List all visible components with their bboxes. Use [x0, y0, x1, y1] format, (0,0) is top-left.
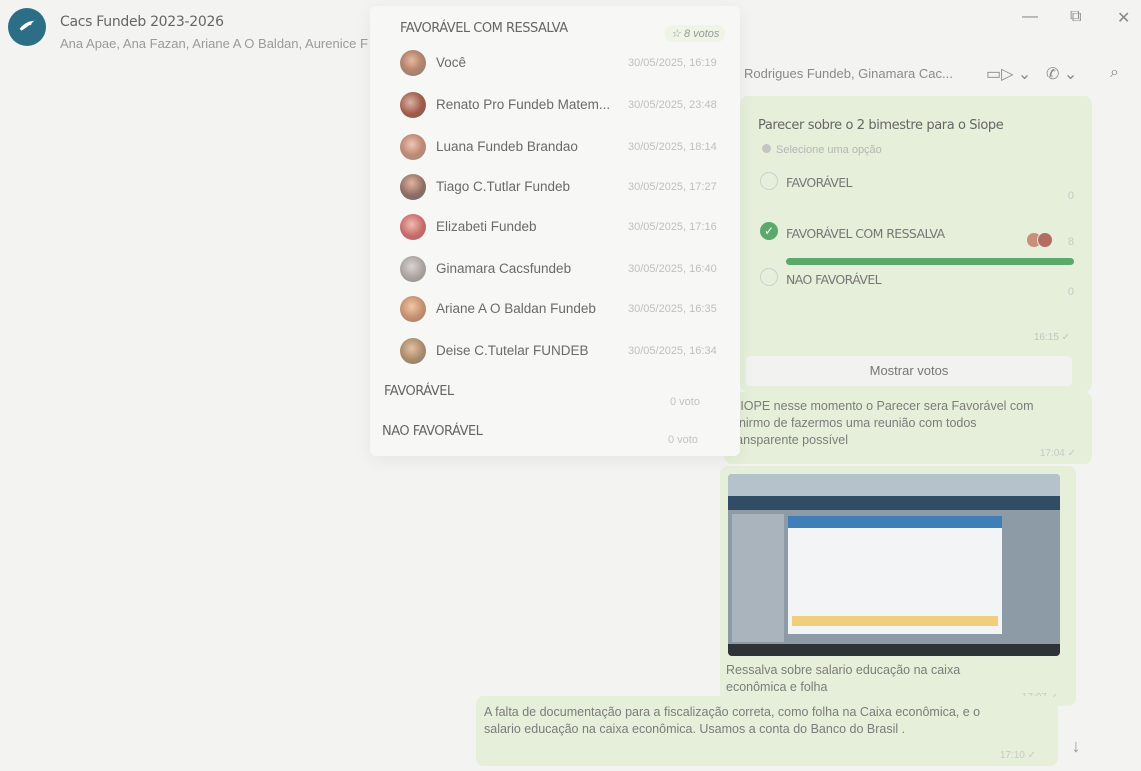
message-bubble[interactable]: A falta de documentação para a fiscaliza… — [476, 696, 1058, 766]
scroll-down-button[interactable]: ↓ — [1058, 728, 1094, 764]
vote-time: 30/05/2025, 17:16 — [628, 221, 717, 233]
vote-time: 30/05/2025, 16:34 — [628, 345, 717, 357]
votes-count-badge: ☆ 8 votos — [665, 25, 726, 42]
group-logo-icon — [19, 20, 35, 31]
vote-time: 30/05/2025, 18:14 — [628, 141, 717, 153]
message-text: SIOPE nesse momento o Parecer sera Favor… — [732, 399, 1034, 447]
poll-option-radio[interactable] — [760, 172, 778, 190]
vote-time: 30/05/2025, 23:48 — [628, 99, 717, 111]
close-icon[interactable]: ✕ — [1117, 8, 1130, 28]
group-title[interactable]: Cacs Fundeb 2023-2026 — [60, 14, 224, 30]
votes-count: 8 votos — [683, 28, 720, 40]
poll-option-radio-checked[interactable]: ✓ — [760, 222, 778, 240]
avatar — [400, 296, 426, 322]
message-bubble[interactable]: SIOPE nesse momento o Parecer sera Favor… — [724, 392, 1092, 464]
message-text: A falta de documentação para a fiscaliza… — [484, 705, 981, 736]
poll-option-bar — [786, 258, 1074, 265]
avatar — [400, 134, 426, 160]
voter-row[interactable]: Renato Pro Fundeb Matem... 30/05/2025, 2… — [400, 92, 730, 122]
poll-votes-popup: FAVORÁVEL COM RESSALVA ☆ 8 votos Você 30… — [370, 6, 740, 456]
maximize-icon[interactable]: ⧉ — [1070, 8, 1081, 26]
avatar — [400, 256, 426, 282]
voter-row[interactable]: Tiago C.Tutlar Fundeb 30/05/2025, 17:27 — [400, 174, 730, 204]
poll-title: Parecer sobre o 2 bimestre para o Siope — [758, 118, 1004, 133]
attached-screenshot[interactable] — [728, 474, 1060, 656]
poll-hint-text: Selecione uma opção — [776, 144, 882, 156]
vote-time: 30/05/2025, 17:27 — [628, 181, 717, 193]
poll-hint: Selecione uma opção — [762, 144, 882, 156]
voter-row[interactable]: Deise C.Tutelar FUNDEB 30/05/2025, 16:34 — [400, 338, 730, 368]
avatar — [400, 50, 426, 76]
poll-option-count: 0 — [1067, 286, 1074, 298]
poll-option-label[interactable]: FAVORÁVEL COM RESSALVA — [786, 226, 945, 241]
poll-message: Parecer sobre o 2 bimestre para o Siope … — [740, 96, 1092, 392]
poll-option-label[interactable]: FAVORÁVEL — [786, 175, 853, 190]
poll-option-label[interactable]: NAO FAVORÁVEL — [786, 272, 882, 287]
minimize-icon[interactable]: — — [1022, 8, 1038, 26]
voter-row[interactable]: Elizabeti Fundeb 30/05/2025, 17:16 — [400, 214, 730, 244]
vote-time: 30/05/2025, 16:35 — [628, 303, 717, 315]
option-title: NAO FAVORÁVEL — [382, 424, 483, 439]
avatar — [400, 174, 426, 200]
group-avatar[interactable] — [8, 8, 46, 46]
group-members-continued[interactable]: Rodrigues Fundeb, Ginamara Cac... — [744, 66, 953, 81]
message-time: 16:15 ✓ — [1033, 332, 1070, 343]
voter-name: Renato Pro Fundeb Matem... — [436, 97, 611, 112]
image-caption: Ressalva sobre salario educação na caixa… — [726, 663, 961, 694]
voter-avatars — [1026, 232, 1058, 248]
voice-call-icon[interactable]: ✆ ⌄ — [1046, 64, 1077, 84]
avatar — [1037, 232, 1053, 248]
vote-time: 30/05/2025, 16:19 — [628, 57, 717, 69]
star-icon: ☆ — [671, 28, 681, 40]
vote-time: 30/05/2025, 16:40 — [628, 263, 717, 275]
poll-option-count: 8 — [1067, 236, 1074, 248]
message-time: 17:10 ✓ — [999, 750, 1036, 761]
voter-name: Você — [436, 55, 467, 70]
search-icon[interactable]: ⌕ — [1110, 64, 1119, 82]
option-vote-count: 0 voto — [670, 396, 700, 408]
voter-row[interactable]: Ginamara Cacsfundeb 30/05/2025, 16:40 — [400, 256, 730, 286]
avatar — [400, 92, 426, 118]
voter-name: Ariane A O Baldan Fundeb — [436, 301, 596, 316]
group-members[interactable]: Ana Apae, Ana Fazan, Ariane A O Baldan, … — [60, 36, 390, 51]
avatar — [400, 214, 426, 240]
avatar — [400, 338, 426, 364]
option-vote-count: 0 voto — [668, 434, 698, 446]
voter-name: Tiago C.Tutlar Fundeb — [436, 179, 571, 194]
voter-row[interactable]: Luana Fundeb Brandao 30/05/2025, 18:14 — [400, 134, 730, 164]
poll-option-radio[interactable] — [760, 268, 778, 286]
option-title: FAVORÁVEL — [384, 384, 454, 399]
poll-option-count: 0 — [1067, 190, 1074, 202]
voter-name: Deise C.Tutelar FUNDEB — [436, 343, 589, 358]
show-votes-button[interactable]: Mostrar votos — [746, 356, 1072, 386]
voter-row[interactable]: Ariane A O Baldan Fundeb 30/05/2025, 16:… — [400, 296, 730, 326]
voter-name: Ginamara Cacsfundeb — [436, 261, 572, 276]
voter-row[interactable]: Você 30/05/2025, 16:19 — [400, 50, 730, 80]
voter-name: Elizabeti Fundeb — [436, 219, 537, 234]
message-time: 17:04 ✓ — [1039, 448, 1076, 459]
hint-dot-icon — [762, 144, 771, 153]
option-title: FAVORÁVEL COM RESSALVA — [400, 21, 568, 36]
image-message[interactable]: Ressalva sobre salario educação na caixa… — [720, 466, 1076, 706]
video-call-icon[interactable]: ▭▷ ⌄ — [986, 64, 1031, 84]
voter-name: Luana Fundeb Brandao — [436, 139, 578, 154]
